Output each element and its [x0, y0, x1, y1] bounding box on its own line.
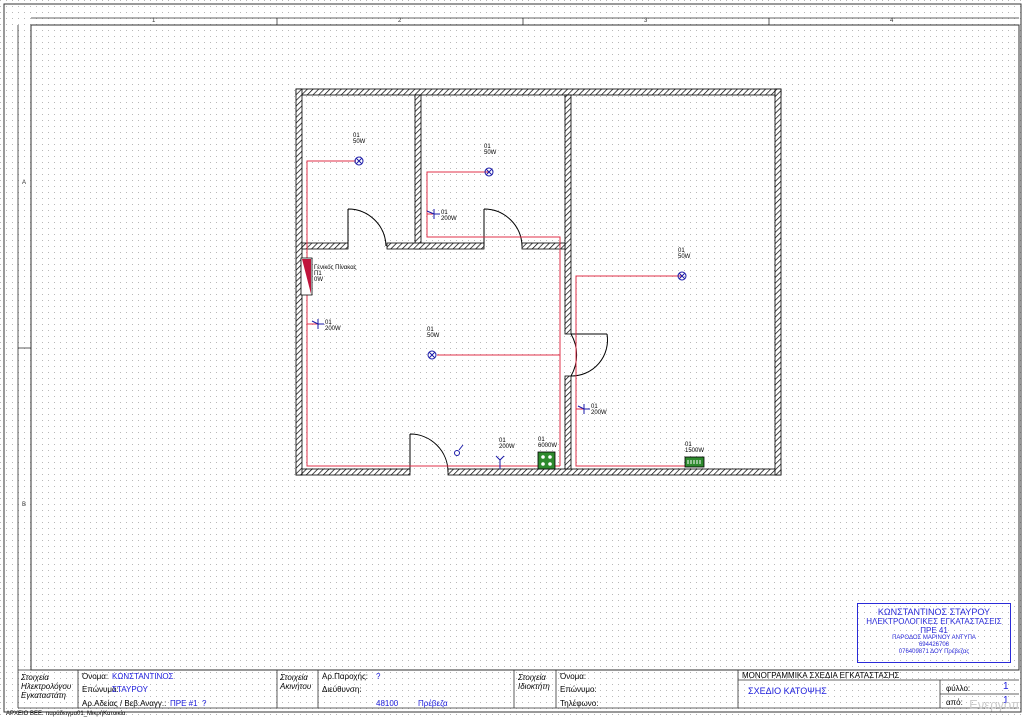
license-extra: ?: [202, 699, 207, 708]
sheet-label: φύλλο:: [946, 684, 971, 693]
drawing-type: ΜΟΝΟΓΡΑΜΜΙΚΑ ΣΧΕΔΙΑ ΕΓΚΑΤΑΣΤΑΣΗΣ: [742, 671, 900, 680]
grid-row-A: A: [22, 180, 27, 186]
drawing-title: ΣΧΕΔΙΟ ΚΑΤΟΨΗΣ: [748, 686, 827, 696]
grid-col-1: 1: [152, 18, 156, 24]
panel-label: Γενικός Πίνακας Π1 0W: [314, 265, 357, 283]
cooker-label: 01 6000W: [538, 437, 558, 449]
file-name: ΑΡΧΕΙΟ ΒΕΕ: παράδειγμα01_ΜικρήΚατοικία: [6, 711, 126, 717]
surname-value: ΣΤΑΥΡΟΥ: [112, 685, 148, 694]
supply-label: Αρ.Παροχής:: [322, 672, 369, 681]
license-value: ΠΡΕ #1: [170, 699, 198, 708]
cooker-icon: [537, 451, 556, 470]
watermark: Ενεργοπ: [969, 697, 1020, 712]
zip-value: 48100: [376, 699, 399, 708]
grid-col-3: 3: [644, 18, 648, 24]
lamp-1-label: 01 50W: [353, 133, 366, 145]
supply-value: ?: [376, 672, 381, 681]
address-label: Διεύθυνση:: [322, 685, 362, 694]
license-label: Αρ.Αδείας / Βεβ.Αναγγ.:: [82, 699, 167, 708]
installer-heading: Στοιχεία Ηλεκτρολόγου Εγκαταστάτη: [21, 673, 72, 700]
stamp-name: ΚΩΝΣΤΑΝΤΙΝΟΣ ΣΤΑΥΡΟΥ: [877, 607, 991, 617]
owner-heading: Στοιχεία Ιδιοκτήτη: [518, 673, 550, 691]
engineer-stamp: ΚΩΝΣΤΑΝΤΙΝΟΣ ΣΤΑΥΡΟΥ ΗΛΕΚΤΡΟΛΟΓΙΚΕΣ ΕΓΚΑ…: [857, 603, 1011, 663]
owner-name-label: Όνομα:: [560, 672, 587, 681]
stamp-address: ΠΑΡΟΔΟΣ ΜΑΡΙΝΟΥ ΑΝΤΥΠΑ: [892, 635, 976, 641]
outlet-label: 01 200W: [499, 438, 515, 450]
stamp-phone: 694426706: [918, 642, 950, 648]
grid-row-B: B: [22, 502, 27, 508]
phone-label: Τηλέφωνο:: [560, 699, 599, 708]
stamp-tax-id: 076409871 ΔΟΥ Πρέβεζας: [898, 649, 970, 655]
switch-3-label: 01 200W: [591, 404, 607, 416]
grid-col-2: 2: [398, 18, 402, 24]
lamp-4-label: 01 50W: [427, 327, 440, 339]
owner-surname-label: Επώνυμο:: [560, 685, 597, 694]
name-value: ΚΩΝΣΤΑΝΤΙΝΟΣ: [112, 672, 174, 681]
city-value: Πρέβεζα: [418, 699, 448, 708]
of-label: από:: [946, 698, 963, 707]
heater-icon: [684, 456, 705, 468]
switch-1-label: 01 200W: [441, 210, 457, 222]
distribution-panel-icon: [300, 257, 313, 296]
lamp-3-label: 01 50W: [678, 248, 691, 260]
property-heading: Στοιχεία Ακινήτου: [280, 673, 312, 691]
grid-col-4: 4: [890, 18, 894, 24]
name-label: Όνομα:: [82, 672, 109, 681]
sheet-value: 1: [1003, 681, 1009, 692]
stamp-profession: ΗΛΕΚΤΡΟΛΟΓΙΚΕΣ ΕΓΚΑΤΑΣΤΑΣΕΙΣ: [866, 617, 1002, 626]
stamp-license: ΠΡΕ 41: [920, 626, 948, 635]
switch-2-label: 01 200W: [325, 320, 341, 332]
lamp-2-label: 01 50W: [484, 144, 497, 156]
heater-label: 01 1500W: [685, 442, 705, 454]
